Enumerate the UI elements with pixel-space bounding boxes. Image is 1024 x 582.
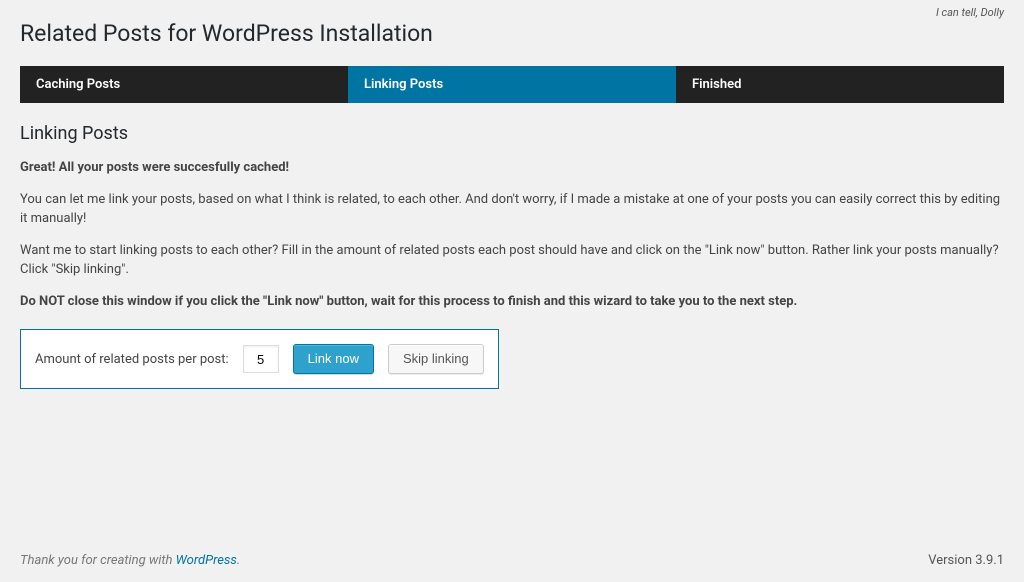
admin-footer: Thank you for creating with WordPress. V… xyxy=(0,543,1024,582)
main-content-wrap: Related Posts for WordPress Installation… xyxy=(0,0,1024,389)
page-title: Related Posts for WordPress Installation xyxy=(20,10,1004,52)
linking-action-box: Amount of related posts per post: Link n… xyxy=(20,329,499,389)
description-paragraph-2: Want me to start linking posts to each o… xyxy=(20,241,1004,280)
footer-period: . xyxy=(237,553,240,568)
wizard-steps: Caching Posts Linking Posts Finished xyxy=(20,66,1004,103)
step-finished[interactable]: Finished xyxy=(676,66,1004,103)
version-label: Version 3.9.1 xyxy=(928,553,1004,568)
link-now-button[interactable]: Link now xyxy=(293,344,374,374)
success-message: Great! All your posts were succesfully c… xyxy=(20,158,1004,178)
section-title: Linking Posts xyxy=(20,123,1004,144)
warning-paragraph: Do NOT close this window if you click th… xyxy=(20,292,1004,312)
amount-label: Amount of related posts per post: xyxy=(35,352,229,367)
wordpress-link[interactable]: WordPress xyxy=(176,553,237,568)
skip-linking-button[interactable]: Skip linking xyxy=(388,344,484,374)
description-paragraph-1: You can let me link your posts, based on… xyxy=(20,190,1004,229)
step-caching-posts[interactable]: Caching Posts xyxy=(20,66,348,103)
step-linking-posts[interactable]: Linking Posts xyxy=(348,66,676,103)
footer-thanks-prefix: Thank you for creating with xyxy=(20,553,176,568)
footer-thanks: Thank you for creating with WordPress. xyxy=(20,553,240,568)
hello-dolly-lyric: I can tell, Dolly xyxy=(936,6,1004,19)
amount-input[interactable] xyxy=(243,345,279,373)
